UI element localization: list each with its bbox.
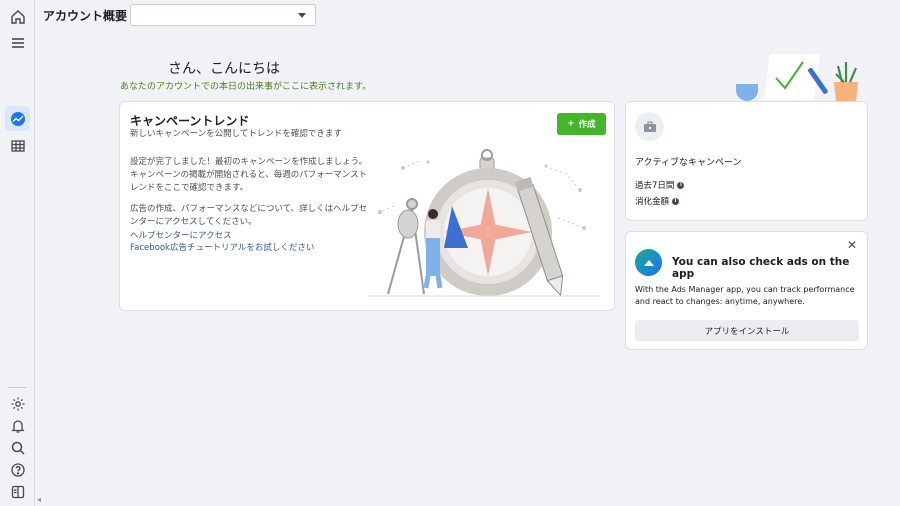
install-app-button[interactable]: アプリをインストール [635,320,859,341]
bell-icon[interactable] [6,414,29,437]
chevron-down-icon [298,13,306,18]
compass-illustration [368,149,600,297]
metric-label: 消化金額 [635,197,670,207]
app-promo-description: With the Ads Manager app, you can track … [635,285,855,306]
help-center-link[interactable]: ヘルプセンターにアクセス [130,229,232,241]
app-promo-title: You can also check ads on the app [672,256,850,280]
campaign-trends-paragraph: 設定が完了しました！最初のキャンペーンを作成しましょう。キャンペーンの掲載が開始… [130,157,368,193]
left-rail [0,0,35,506]
account-selector[interactable] [130,4,316,26]
collapse-rail-icon[interactable]: ◂ [37,495,41,504]
greeting-subtitle: あなたのアカウントでの本日の出来事がここに表示されます。 [120,82,372,92]
campaign-trends-card: キャンペーントレンド 新しいキャンペーンを公開してトレンドを確認できます + 作… [119,101,615,311]
settings-icon[interactable] [6,392,29,415]
ads-manager-app-icon [635,249,662,276]
campaign-trends-subtitle: 新しいキャンペーンを公開してトレンドを確認できます [130,129,342,139]
rail-divider [8,387,27,388]
home-icon[interactable] [6,5,29,28]
help-icon[interactable] [6,458,29,481]
plus-icon: + [567,119,575,129]
briefcase-icon [635,112,664,141]
metric-amount-spent: 消化金額 i [635,195,680,207]
panel-icon[interactable] [6,480,29,503]
active-campaigns-title: アクティブなキャンペーン [635,158,742,168]
close-icon[interactable]: ✕ [847,238,857,252]
create-campaign-button[interactable]: + 作成 [557,113,606,135]
greeting-text: さん、こんにちは [168,61,280,77]
table-icon[interactable] [6,134,29,157]
menu-icon[interactable] [6,31,29,54]
tutorial-link[interactable]: Facebook広告チュートリアルをお試しください [130,241,314,253]
info-icon[interactable]: i [677,181,685,189]
create-campaign-label: 作成 [578,120,596,130]
app-promo-card: ✕ You can also check ads on the app With… [625,231,868,350]
metric-label: 過去7日間 [635,181,675,191]
page-title: アカウント概要 [43,9,128,23]
ads-manager-icon[interactable] [5,106,30,131]
info-icon[interactable]: i [672,197,680,205]
active-campaigns-card: アクティブなキャンペーン 過去7日間 i 消化金額 i [625,101,868,221]
metric-last-7-days: 過去7日間 i [635,179,685,191]
search-icon[interactable] [6,436,29,459]
greeting-illustration [736,54,858,102]
help-paragraph: 広告の作成、パフォーマンスなどについて、詳しくはヘルプセンターにアクセスしてくだ… [130,204,368,227]
